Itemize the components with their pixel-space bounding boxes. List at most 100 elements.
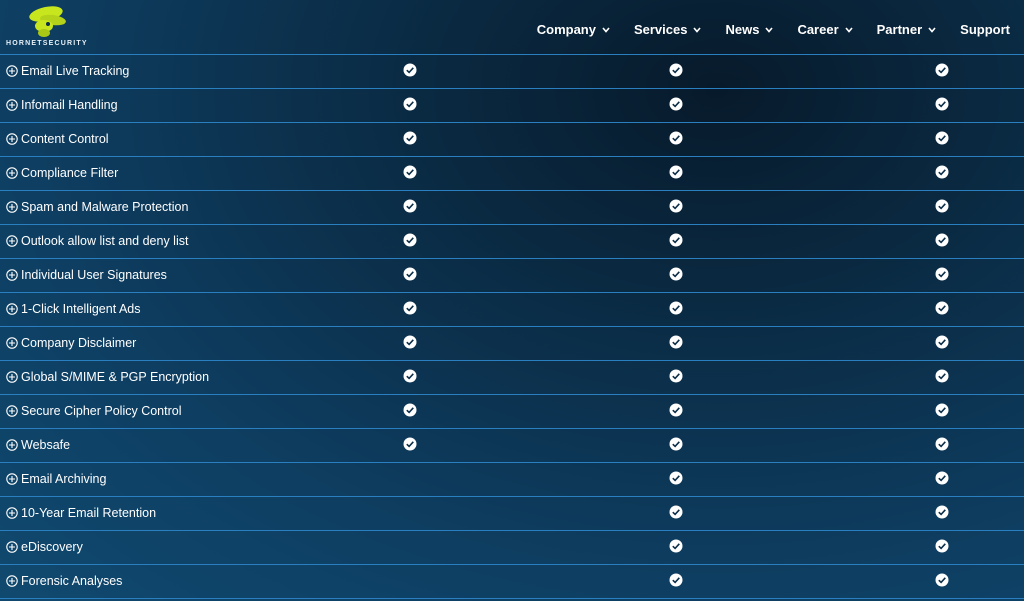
feature-expand-toggle[interactable]: Secure Cipher Policy Control [6,404,182,418]
nav-item-support[interactable]: Support [960,22,1010,37]
check-circle-icon [669,437,683,451]
check-circle-icon [403,437,417,451]
table-row: Email Archiving [0,462,1024,496]
check-circle-icon [403,335,417,349]
feature-label: Email Live Tracking [21,64,130,78]
check-circle-icon [669,233,683,247]
check-circle-icon [669,97,683,111]
chevron-down-icon [845,26,853,33]
check-circle-icon [935,437,949,451]
feature-expand-toggle[interactable]: Email Archiving [6,472,106,486]
chevron-down-icon [765,26,774,33]
table-row: Company Disclaimer [0,326,1024,360]
table-row: Forensic Analyses [0,564,1024,599]
nav-item-company[interactable]: Company [537,22,610,37]
feature-expand-toggle[interactable]: Company Disclaimer [6,336,136,350]
feature-label: Email Archiving [21,472,107,486]
site-header: HORNETSECURITY Company Services News Career… [0,0,1024,54]
feature-comparison-table: Email Live Tracking Infomail Handling Cont… [0,54,1024,599]
nav-item-news[interactable]: News [725,22,774,37]
feature-label: 1-Click Intelligent Ads [21,302,141,316]
check-circle-icon [669,573,683,587]
hornetsecurity-logo[interactable]: HORNETSECURITY [6,4,90,48]
nav-item-career[interactable]: Career [797,22,853,37]
chevron-down-icon [693,26,702,33]
feature-label: eDiscovery [21,540,83,554]
check-circle-icon [403,403,417,417]
circle-plus-icon [6,133,18,145]
check-circle-icon [403,131,417,145]
circle-plus-icon [6,371,18,383]
hornet-logo-icon [29,6,66,37]
check-circle-icon [403,369,417,383]
circle-plus-icon [6,507,18,519]
check-circle-icon [669,471,683,485]
feature-expand-toggle[interactable]: eDiscovery [6,540,83,554]
nav-item-label: Partner [876,22,923,37]
check-circle-icon [935,335,949,349]
feature-label: Infomail Handling [21,98,118,112]
check-circle-icon [669,131,683,145]
check-circle-icon [669,165,683,179]
check-circle-icon [935,403,949,417]
check-circle-icon [669,335,683,349]
circle-plus-icon [6,201,18,213]
feature-expand-toggle[interactable]: Global S/MIME & PGP Encryption [6,370,209,384]
feature-expand-toggle[interactable]: 10-Year Email Retention [6,506,156,520]
check-circle-icon [935,233,949,247]
check-circle-icon [935,573,949,587]
table-row: Websafe [0,428,1024,462]
feature-label: Secure Cipher Policy Control [21,404,182,418]
feature-expand-toggle[interactable]: 1-Click Intelligent Ads [6,302,141,316]
feature-expand-toggle[interactable]: Websafe [6,438,70,452]
feature-expand-toggle[interactable]: Outlook allow list and deny list [6,234,188,248]
feature-expand-toggle[interactable]: Infomail Handling [6,98,118,112]
table-row: 10-Year Email Retention [0,496,1024,530]
feature-label: Global S/MIME & PGP Encryption [21,370,210,384]
feature-expand-toggle[interactable]: Spam and Malware Protection [6,200,188,214]
check-circle-icon [403,199,417,213]
check-circle-icon [403,97,417,111]
nav-item-label: Company [536,22,596,37]
check-circle-icon [669,505,683,519]
nav-item-label: News [725,22,760,37]
table-row: Spam and Malware Protection [0,190,1024,224]
check-circle-icon [669,63,683,77]
feature-expand-toggle[interactable]: Compliance Filter [6,166,118,180]
nav-item-label: Career [797,22,839,37]
feature-label: Individual User Signatures [21,268,167,282]
table-row: Infomail Handling [0,88,1024,122]
table-row: eDiscovery [0,530,1024,564]
check-circle-icon [935,97,949,111]
circle-plus-icon [6,575,18,587]
check-circle-icon [935,369,949,383]
feature-expand-toggle[interactable]: Individual User Signatures [6,268,167,282]
check-circle-icon [935,165,949,179]
feature-label: 10-Year Email Retention [21,506,157,520]
circle-plus-icon [6,303,18,315]
feature-expand-toggle[interactable]: Forensic Analyses [6,574,122,588]
check-circle-icon [935,63,949,77]
circle-plus-icon [6,99,18,111]
feature-expand-toggle[interactable]: Email Live Tracking [6,64,129,78]
check-circle-icon [403,165,417,179]
check-circle-icon [935,267,949,281]
check-circle-icon [935,505,949,519]
nav-item-label: Services [633,22,688,37]
table-row: Email Live Tracking [0,54,1024,88]
circle-plus-icon [6,337,18,349]
nav-item-services[interactable]: Services [634,22,702,37]
check-circle-icon [669,403,683,417]
check-circle-icon [403,233,417,247]
nav-item-partner[interactable]: Partner [877,22,937,37]
circle-plus-icon [6,269,18,281]
check-circle-icon [403,301,417,315]
main-nav: Company Services News Career Partner Support [513,22,1010,37]
circle-plus-icon [6,439,18,451]
feature-label: Content Control [21,132,109,146]
circle-plus-icon [6,473,18,485]
chevron-down-icon [602,26,610,33]
check-circle-icon [669,539,683,553]
feature-label: Outlook allow list and deny list [21,234,189,248]
feature-expand-toggle[interactable]: Content Control [6,132,109,146]
